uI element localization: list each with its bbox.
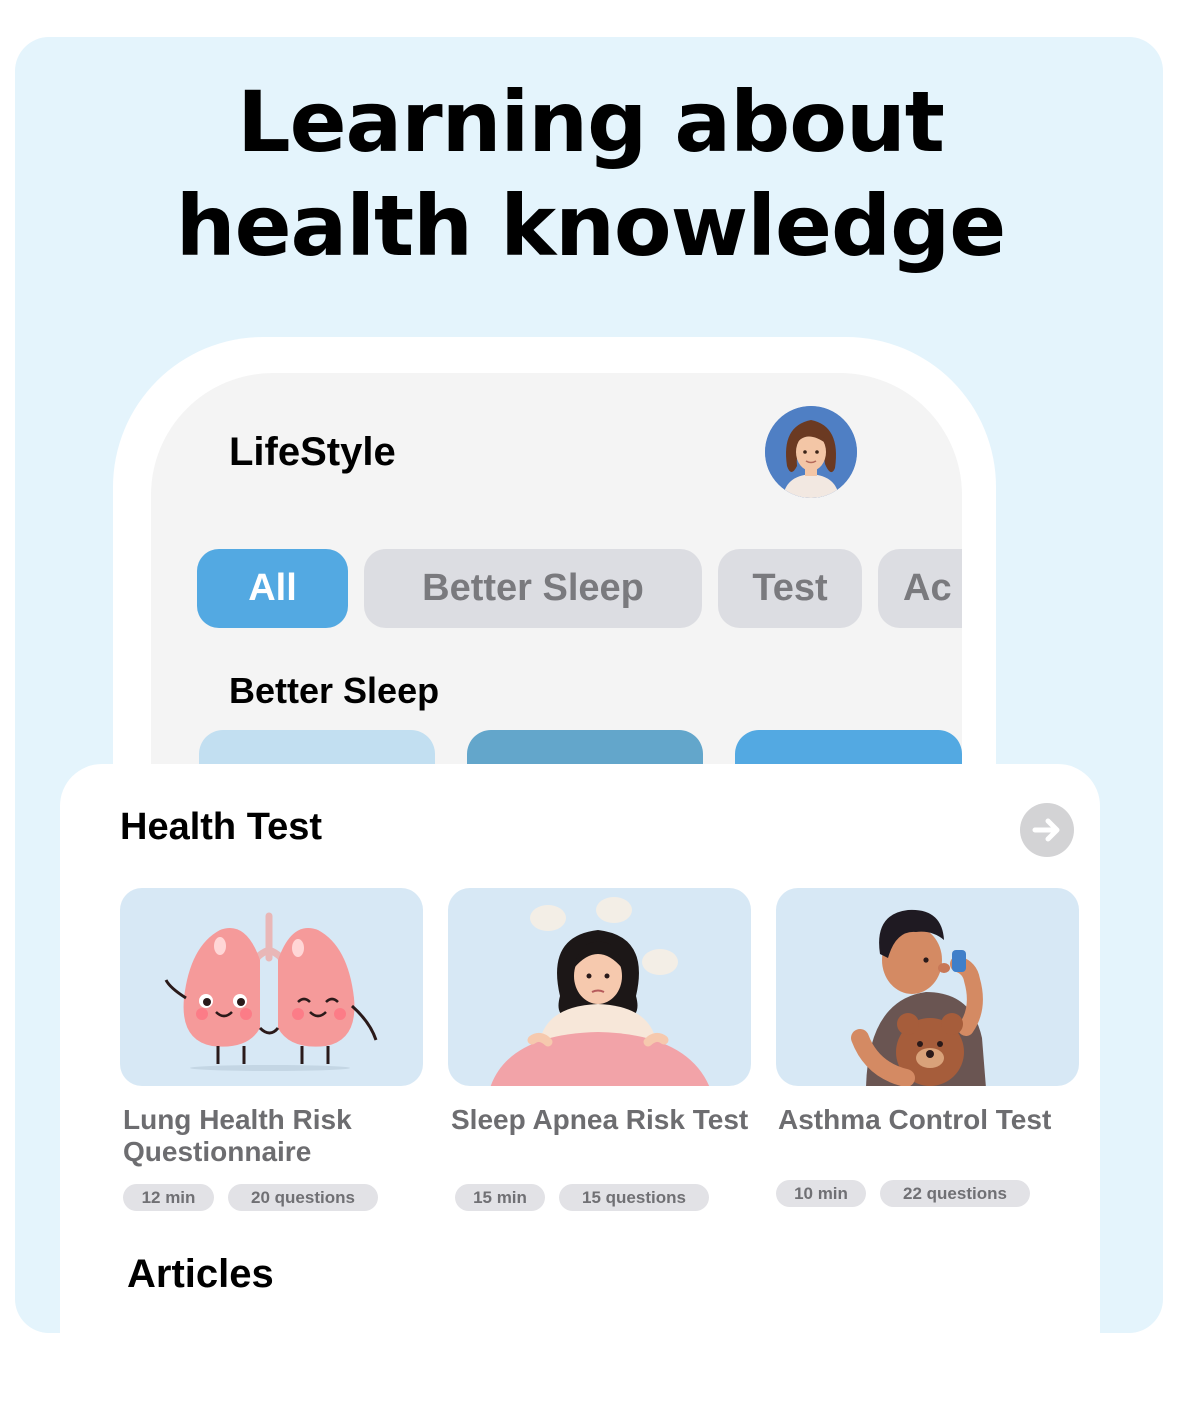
articles-section-title: Articles <box>127 1252 274 1296</box>
woman-avatar-icon <box>765 406 857 498</box>
see-all-button[interactable] <box>1020 803 1074 857</box>
duration-badge: 15 min <box>455 1184 545 1211</box>
question-count-badge: 20 questions <box>228 1184 378 1211</box>
sleepless-woman-illustration-icon <box>490 897 710 1086</box>
test-card-title[interactable]: Lung Health Risk Questionnaire <box>123 1104 423 1168</box>
headline-line-2: health knowledge <box>175 177 1006 275</box>
filter-chip-test[interactable]: Test <box>718 549 862 628</box>
headline: Learning about health knowledge <box>0 70 1181 278</box>
lungs-illustration-icon <box>164 912 378 1071</box>
test-card-image[interactable] <box>776 888 1079 1086</box>
test-card-image[interactable] <box>448 888 751 1086</box>
headline-line-1: Learning about <box>237 73 945 171</box>
arrow-right-icon <box>1032 818 1060 842</box>
page-title: LifeStyle <box>229 430 396 474</box>
boy-with-inhaler-illustration-icon <box>851 909 986 1086</box>
filter-chip-all[interactable]: All <box>197 549 348 628</box>
test-card-title[interactable]: Asthma Control Test <box>778 1104 1078 1136</box>
avatar[interactable] <box>765 406 857 498</box>
filter-chip-better-sleep[interactable]: Better Sleep <box>364 549 702 628</box>
question-count-badge: 15 questions <box>559 1184 709 1211</box>
filter-chip-partial[interactable]: Ac <box>878 549 962 628</box>
better-sleep-section-title: Better Sleep <box>229 670 440 711</box>
duration-badge: 10 min <box>776 1180 866 1207</box>
duration-badge: 12 min <box>123 1184 214 1211</box>
test-card-title[interactable]: Sleep Apnea Risk Test <box>451 1104 751 1136</box>
test-card-image[interactable] <box>120 888 423 1086</box>
health-test-title: Health Test <box>120 806 323 848</box>
question-count-badge: 22 questions <box>880 1180 1030 1207</box>
